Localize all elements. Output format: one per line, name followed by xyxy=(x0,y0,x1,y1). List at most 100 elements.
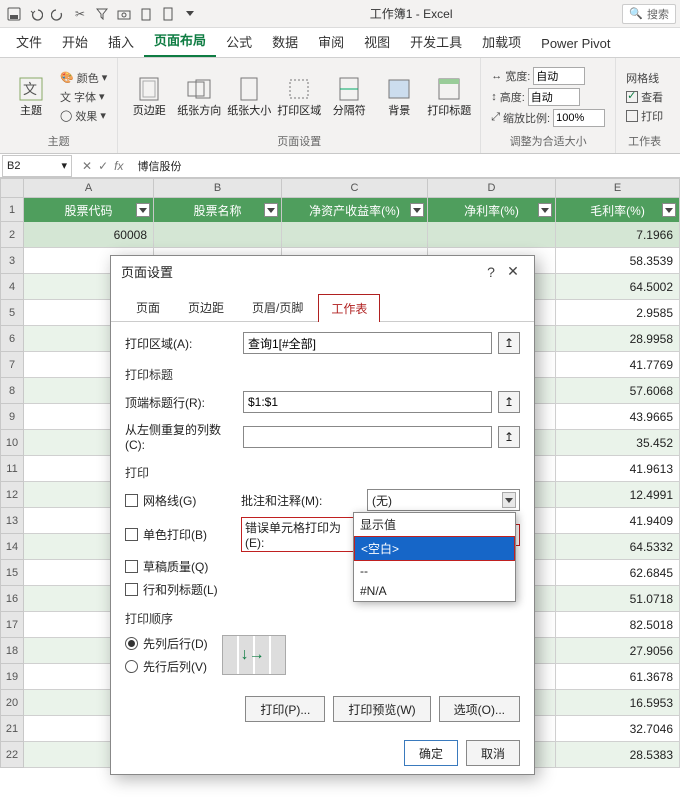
filter-dropdown-icon[interactable] xyxy=(538,203,552,217)
col-header-e[interactable]: E xyxy=(556,178,680,198)
row-number[interactable]: 11 xyxy=(0,456,24,482)
row-number[interactable]: 15 xyxy=(0,560,24,586)
order-down-over-radio[interactable]: 先列后行(D) xyxy=(125,635,208,652)
filter-dropdown-icon[interactable] xyxy=(410,203,424,217)
themes-button[interactable]: 文 主题 xyxy=(8,62,54,131)
cell[interactable]: 58.3539 xyxy=(556,248,680,274)
tab-addins[interactable]: 加载项 xyxy=(472,26,531,57)
row-number[interactable]: 18 xyxy=(0,638,24,664)
cell[interactable]: 62.6845 xyxy=(556,560,680,586)
cell[interactable]: 60008 xyxy=(24,222,154,248)
row-number[interactable]: 1 xyxy=(0,198,24,222)
row-number[interactable]: 9 xyxy=(0,404,24,430)
paste-icon[interactable] xyxy=(136,4,156,24)
filter-dropdown-icon[interactable] xyxy=(662,203,676,217)
cell[interactable]: 27.9056 xyxy=(556,638,680,664)
enter-icon[interactable]: ✓ xyxy=(98,159,108,173)
cell[interactable] xyxy=(428,222,556,248)
cell[interactable]: 64.5332 xyxy=(556,534,680,560)
range-select-icon[interactable]: ↥ xyxy=(498,391,520,413)
gridlines-print-check[interactable]: 打印 xyxy=(624,107,665,125)
dialog-tab-headerfooter[interactable]: 页眉/页脚 xyxy=(239,293,316,321)
tab-powerpivot[interactable]: Power Pivot xyxy=(531,30,620,57)
options-button[interactable]: 选项(O)... xyxy=(439,696,520,722)
cell[interactable] xyxy=(282,222,428,248)
cell[interactable] xyxy=(154,222,282,248)
tab-view[interactable]: 视图 xyxy=(354,26,400,57)
cell[interactable]: 32.7046 xyxy=(556,716,680,742)
camera-icon[interactable] xyxy=(114,4,134,24)
print-titles-button[interactable]: 打印标题 xyxy=(426,62,472,131)
tab-data[interactable]: 数据 xyxy=(262,26,308,57)
row-number[interactable]: 14 xyxy=(0,534,24,560)
select-all-corner[interactable] xyxy=(0,178,24,198)
margins-button[interactable]: 页边距 xyxy=(126,62,172,131)
row-number[interactable]: 13 xyxy=(0,508,24,534)
dropdown-item[interactable]: #N/A xyxy=(354,581,515,601)
background-button[interactable]: 背景 xyxy=(376,62,422,131)
row-number[interactable]: 19 xyxy=(0,664,24,690)
row-number[interactable]: 8 xyxy=(0,378,24,404)
cell[interactable]: 2.9585 xyxy=(556,300,680,326)
col-header-b[interactable]: B xyxy=(154,178,282,198)
row-number[interactable]: 10 xyxy=(0,430,24,456)
tab-review[interactable]: 审阅 xyxy=(308,26,354,57)
dialog-tab-sheet[interactable]: 工作表 xyxy=(318,294,380,322)
row-number[interactable]: 17 xyxy=(0,612,24,638)
ok-button[interactable]: 确定 xyxy=(404,740,458,766)
dropdown-item[interactable]: <空白> xyxy=(354,536,515,561)
tab-file[interactable]: 文件 xyxy=(6,26,52,57)
search-box[interactable]: 🔍 搜索 xyxy=(622,4,676,24)
cell[interactable]: 16.5953 xyxy=(556,690,680,716)
fx-icon[interactable]: fx xyxy=(114,159,123,173)
col-header-d[interactable]: D xyxy=(428,178,556,198)
close-icon[interactable]: ✕ xyxy=(502,263,524,280)
row-number[interactable]: 20 xyxy=(0,690,24,716)
dropdown-item[interactable]: -- xyxy=(354,561,515,581)
cell[interactable]: 82.5018 xyxy=(556,612,680,638)
row-number[interactable]: 3 xyxy=(0,248,24,274)
cell[interactable]: 57.6068 xyxy=(556,378,680,404)
help-button[interactable]: ? xyxy=(480,264,502,280)
row-number[interactable]: 22 xyxy=(0,742,24,768)
breaks-button[interactable]: 分隔符 xyxy=(326,62,372,131)
col-header-c[interactable]: C xyxy=(282,178,428,198)
col-header-a[interactable]: A xyxy=(24,178,154,198)
row-number[interactable]: 6 xyxy=(0,326,24,352)
filter-dropdown-icon[interactable] xyxy=(264,203,278,217)
left-cols-input[interactable] xyxy=(243,426,492,448)
cell[interactable]: 28.5383 xyxy=(556,742,680,768)
name-box[interactable]: B2▾ xyxy=(2,155,72,177)
range-select-icon[interactable]: ↥ xyxy=(498,426,520,448)
cell[interactable]: 41.9409 xyxy=(556,508,680,534)
scale-input[interactable] xyxy=(553,109,605,127)
tab-home[interactable]: 开始 xyxy=(52,26,98,57)
cell[interactable]: 12.4991 xyxy=(556,482,680,508)
chevron-down-icon[interactable] xyxy=(180,4,200,24)
cell[interactable]: 41.7769 xyxy=(556,352,680,378)
height-input[interactable] xyxy=(528,88,580,106)
tab-developer[interactable]: 开发工具 xyxy=(400,26,472,57)
colors-button[interactable]: 🎨颜色▾ xyxy=(58,69,109,87)
range-select-icon[interactable]: ↥ xyxy=(498,332,520,354)
row-number[interactable]: 4 xyxy=(0,274,24,300)
row-number[interactable]: 5 xyxy=(0,300,24,326)
print-button[interactable]: 打印(P)... xyxy=(245,696,325,722)
dropdown-item[interactable]: 显示值 xyxy=(354,513,515,536)
dialog-tab-margins[interactable]: 页边距 xyxy=(175,293,237,321)
draft-check[interactable]: 草稿质量(Q) xyxy=(125,558,235,575)
comments-select[interactable]: (无) xyxy=(367,489,520,511)
rowcol-check[interactable]: 行和列标题(L) xyxy=(125,581,235,598)
dialog-tab-page[interactable]: 页面 xyxy=(123,293,173,321)
cell[interactable]: 41.9613 xyxy=(556,456,680,482)
cell[interactable]: 43.9665 xyxy=(556,404,680,430)
cell[interactable]: 61.3678 xyxy=(556,664,680,690)
bw-check[interactable]: 单色打印(B) xyxy=(125,526,235,543)
table-row[interactable]: 260008 7.1966 xyxy=(0,222,680,248)
row-number[interactable]: 16 xyxy=(0,586,24,612)
row-number[interactable]: 2 xyxy=(0,222,24,248)
cell[interactable]: 64.5002 xyxy=(556,274,680,300)
redo-icon[interactable] xyxy=(48,4,68,24)
cell[interactable]: 7.1966 xyxy=(556,222,680,248)
cell[interactable]: 51.0718 xyxy=(556,586,680,612)
